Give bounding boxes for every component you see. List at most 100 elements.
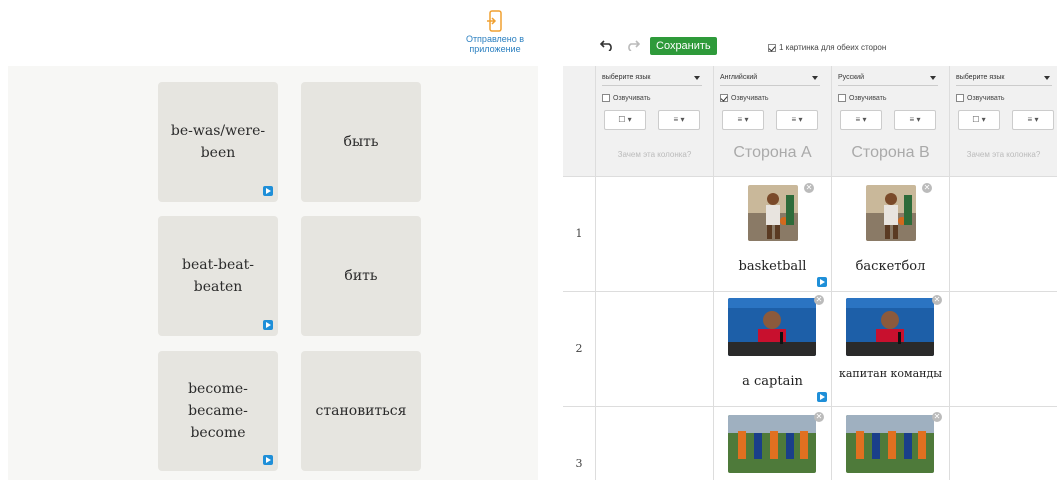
text-align-button[interactable]: ≡ ▾: [840, 110, 882, 130]
chevron-down-icon: [930, 76, 936, 80]
voice-option[interactable]: Озвучивать: [838, 94, 887, 102]
column-header: выберите язык Озвучивать ☐ ▾ ≡ ▾ Зачем э…: [949, 66, 1057, 176]
flashcard-preview: be-was/were-been быть beat-beat-beaten б…: [8, 66, 538, 480]
play-audio-icon[interactable]: [263, 320, 273, 330]
card-back-text: становиться: [315, 403, 407, 419]
sent-label: Отправлено в приложение: [465, 34, 525, 54]
empty-cell[interactable]: [949, 407, 1057, 480]
card-back[interactable]: становиться: [301, 351, 421, 471]
card-back[interactable]: быть: [301, 82, 421, 202]
empty-cell[interactable]: [595, 292, 713, 406]
remove-image-icon[interactable]: ✕: [814, 295, 824, 305]
remove-image-icon[interactable]: ✕: [804, 183, 814, 193]
same-picture-option[interactable]: 1 картинка для обеих сторон: [768, 43, 886, 52]
table-row: 3 ✕ ✕: [563, 406, 1057, 480]
voice-checkbox[interactable]: [720, 94, 728, 102]
empty-cell[interactable]: [595, 407, 713, 480]
team-image[interactable]: [846, 415, 934, 473]
team-image[interactable]: [728, 415, 816, 473]
language-select[interactable]: выберите язык: [602, 74, 702, 86]
side-b-cell[interactable]: ✕ баскетбол: [831, 177, 949, 291]
font-size-button[interactable]: ≡ ▾: [776, 110, 818, 130]
play-audio-icon[interactable]: [817, 392, 827, 402]
play-audio-icon[interactable]: [817, 277, 827, 287]
side-b-cell[interactable]: ✕: [831, 407, 949, 480]
chevron-down-icon: [1044, 76, 1050, 80]
redo-arrow-icon: [628, 40, 641, 52]
why-column-link[interactable]: Зачем эта колонка?: [596, 150, 713, 159]
cell-text[interactable]: basketball: [714, 259, 831, 274]
voice-checkbox[interactable]: [838, 94, 846, 102]
redo-button[interactable]: [626, 38, 641, 54]
text-align-button[interactable]: ≡ ▾: [722, 110, 764, 130]
same-picture-label: 1 картинка для обеих сторон: [779, 43, 887, 52]
card-front[interactable]: be-was/were-been: [158, 82, 278, 202]
press-conference-photo: [846, 298, 934, 356]
font-size-button[interactable]: ≡ ▾: [894, 110, 936, 130]
side-b-label: Сторона B: [851, 144, 930, 161]
column-header: Русский Озвучивать ≡ ▾ ≡ ▾ Сторона B: [831, 66, 949, 176]
remove-image-icon[interactable]: ✕: [932, 295, 942, 305]
voice-option[interactable]: Озвучивать: [602, 94, 651, 102]
side-a-cell[interactable]: ✕: [713, 407, 831, 480]
side-a-cell[interactable]: ✕ basketball: [713, 177, 831, 291]
row-number: 2: [575, 342, 583, 355]
side-a-label: Сторона A: [733, 144, 812, 161]
empty-cell[interactable]: [949, 292, 1057, 406]
language-select[interactable]: Русский: [838, 74, 938, 86]
font-size-button[interactable]: ≡ ▾: [1012, 110, 1054, 130]
basketball-image[interactable]: [748, 185, 798, 241]
table-row: 1 ✕ basketball ✕ баскетбол: [563, 176, 1057, 291]
side-a-cell[interactable]: ✕ a captain: [713, 292, 831, 406]
undo-button[interactable]: [599, 38, 614, 54]
remove-image-icon[interactable]: ✕: [814, 412, 824, 422]
basketball-player-photo: [866, 185, 916, 241]
play-audio-icon[interactable]: [263, 455, 273, 465]
basketball-player-photo: [748, 185, 798, 241]
row-number: 1: [575, 227, 583, 240]
chevron-down-icon: [812, 76, 818, 80]
phone-export-icon: [487, 10, 502, 32]
voice-option[interactable]: Озвучивать: [720, 94, 769, 102]
card-front-text: beat-beat-beaten: [182, 257, 254, 295]
remove-image-icon[interactable]: ✕: [932, 412, 942, 422]
cell-text[interactable]: баскетбол: [832, 259, 949, 274]
empty-cell[interactable]: [595, 177, 713, 291]
press-conference-photo: [728, 298, 816, 356]
text-format-button[interactable]: ☐ ▾: [604, 110, 646, 130]
card-back-text: быть: [343, 134, 379, 150]
cell-text[interactable]: капитан команды: [832, 367, 949, 380]
card-back[interactable]: бить: [301, 216, 421, 336]
voice-checkbox[interactable]: [956, 94, 964, 102]
side-b-cell[interactable]: ✕ капитан команды: [831, 292, 949, 406]
football-team-photo: [728, 415, 816, 473]
remove-image-icon[interactable]: ✕: [922, 183, 932, 193]
empty-cell[interactable]: [949, 177, 1057, 291]
why-column-link[interactable]: Зачем эта колонка?: [950, 150, 1057, 159]
cell-text[interactable]: a captain: [714, 374, 831, 389]
card-front[interactable]: beat-beat-beaten: [158, 216, 278, 336]
football-team-photo: [846, 415, 934, 473]
undo-arrow-icon: [599, 40, 612, 52]
card-editor-grid: выберите язык Озвучивать ☐ ▾ ≡ ▾ Зачем э…: [563, 66, 1057, 480]
save-button[interactable]: Сохранить: [650, 37, 717, 55]
play-audio-icon[interactable]: [263, 186, 273, 196]
same-picture-checkbox[interactable]: [768, 43, 776, 52]
sent-to-app-indicator: Отправлено в приложение: [455, 10, 535, 54]
row-number: 3: [575, 457, 583, 470]
language-select[interactable]: выберите язык: [956, 74, 1052, 86]
card-front-text: be-was/were-been: [170, 123, 266, 161]
card-back-text: бить: [344, 268, 378, 284]
text-format-button[interactable]: ☐ ▾: [958, 110, 1000, 130]
captain-image[interactable]: [728, 298, 816, 356]
basketball-image[interactable]: [866, 185, 916, 241]
voice-checkbox[interactable]: [602, 94, 610, 102]
captain-image[interactable]: [846, 298, 934, 356]
language-select[interactable]: Английский: [720, 74, 820, 86]
column-header: Английский Озвучивать ≡ ▾ ≡ ▾ Сторона A: [713, 66, 831, 176]
chevron-down-icon: [694, 76, 700, 80]
card-front-text: become-became-become: [188, 381, 248, 441]
font-size-button[interactable]: ≡ ▾: [658, 110, 700, 130]
voice-option[interactable]: Озвучивать: [956, 94, 1005, 102]
card-front[interactable]: become-became-become: [158, 351, 278, 471]
